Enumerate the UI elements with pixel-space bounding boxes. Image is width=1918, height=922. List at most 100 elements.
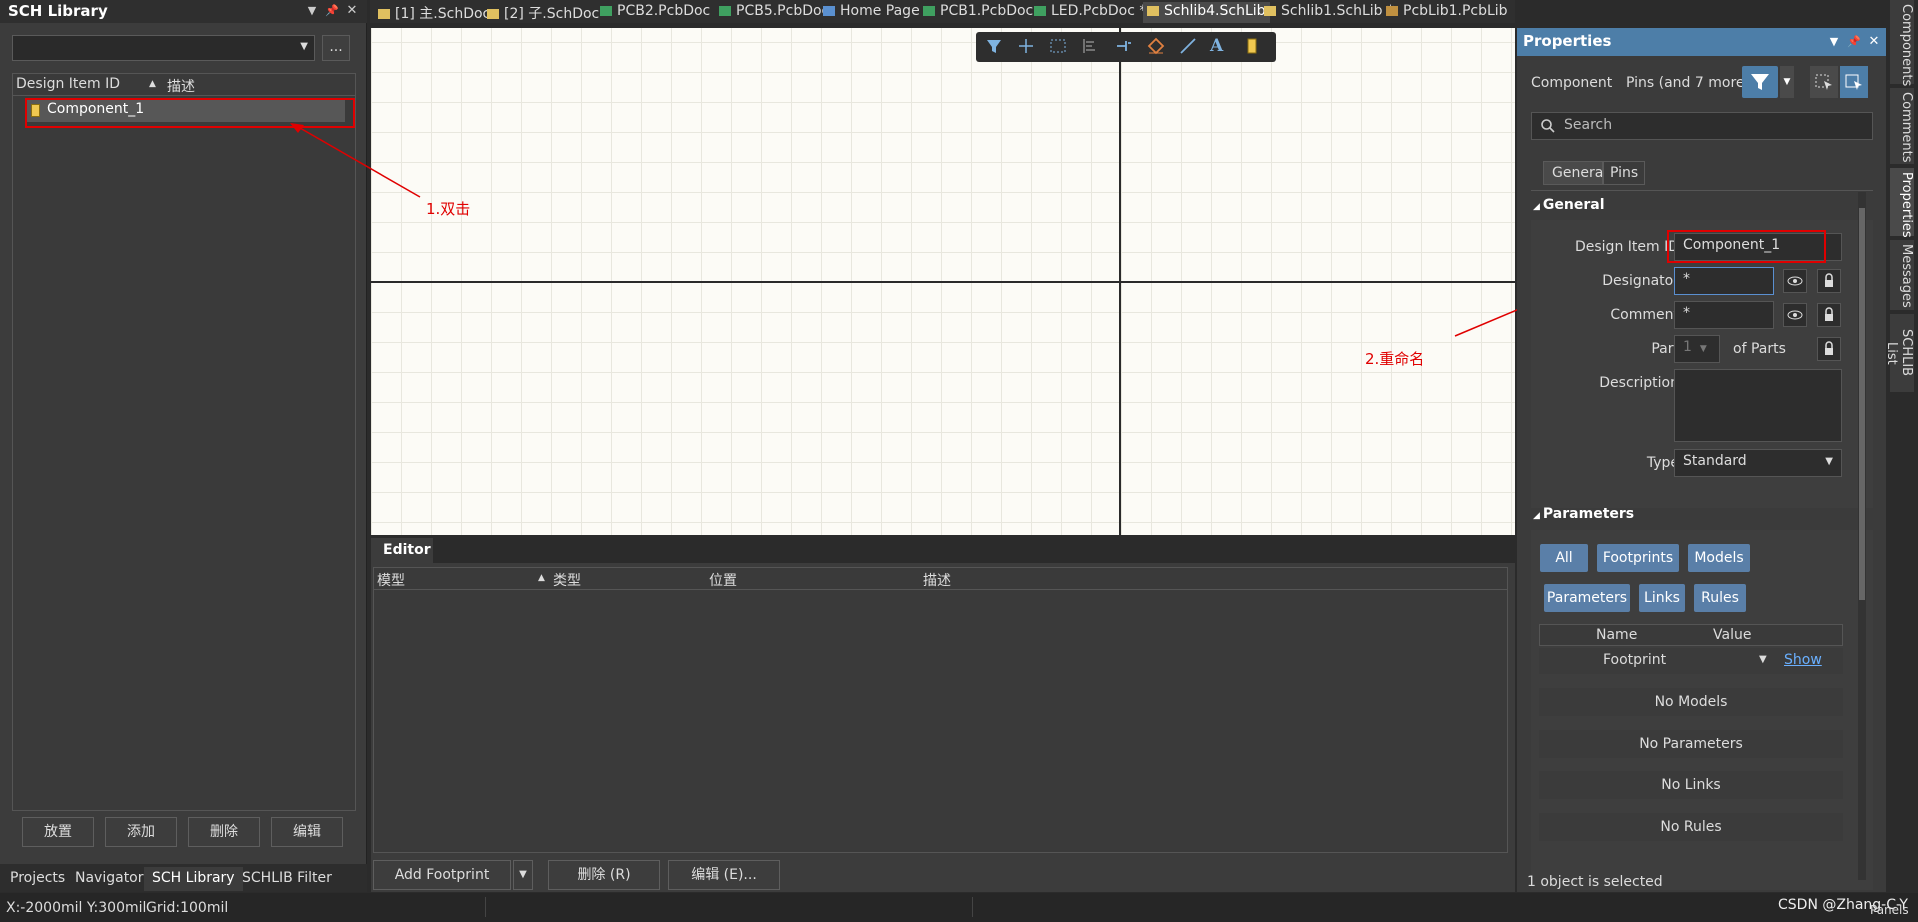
model-grid[interactable]: 模型 ▲ 类型 位置 描述 <box>373 567 1508 853</box>
part-value: 1 <box>1683 339 1692 355</box>
edit-model-button[interactable]: 编辑 (E)... <box>668 860 780 890</box>
eye-icon <box>1787 310 1803 320</box>
col-location[interactable]: 位置 <box>709 570 737 590</box>
search-placeholder: Search <box>1564 117 1613 133</box>
select-mode-button[interactable] <box>1840 66 1868 98</box>
filter-dropdown[interactable]: ▼ <box>1780 66 1794 98</box>
chevron-down-icon: ▼ <box>519 869 527 880</box>
col-type[interactable]: 类型 <box>553 570 581 590</box>
chevron-down-icon[interactable]: ▼ <box>1759 654 1767 665</box>
panels-button[interactable]: Panels <box>1870 903 1909 917</box>
lock-icon <box>1825 273 1833 287</box>
comment-lock-button[interactable] <box>1817 303 1841 327</box>
properties-panel: Properties ▼ 📌 ✕ Component Pins (and 7 m… <box>1517 28 1886 892</box>
filter-component[interactable]: Component <box>1531 75 1612 91</box>
lock-icon <box>1825 307 1833 321</box>
add-footprint-label: Add Footprint <box>394 867 490 883</box>
section-parameters-label: Parameters <box>1542 506 1635 522</box>
tab-schlib-list[interactable]: SCHLIB List <box>1884 314 1914 392</box>
scrollbar-track[interactable] <box>1858 192 1866 880</box>
eye-icon <box>1787 276 1803 286</box>
type-label: Type <box>1646 455 1679 471</box>
select-icon <box>1815 74 1832 90</box>
designator-visibility-button[interactable] <box>1783 269 1807 293</box>
no-models-message: No Models <box>1539 688 1843 716</box>
of-parts-label: of Parts <box>1733 341 1786 357</box>
description-field[interactable] <box>1674 369 1842 442</box>
filter-rules-label: Rules <box>1701 590 1739 606</box>
divider <box>972 897 973 917</box>
section-general-label: General <box>1542 197 1605 213</box>
chevron-down-icon: ▼ <box>1825 456 1833 467</box>
tab-pins[interactable]: Pins <box>1603 161 1645 185</box>
show-link[interactable]: Show <box>1784 652 1822 668</box>
status-bar: X:-2000mil Y:300mil Grid:100mil CSDN @Zh… <box>0 893 1918 922</box>
chevron-down-icon: ▼ <box>1699 344 1707 354</box>
annotation-step1: 1.双击 <box>426 200 471 218</box>
col-name[interactable]: Name <box>1596 627 1637 643</box>
scrollbar-thumb[interactable] <box>1859 208 1865 600</box>
comment-label: Comment <box>1610 307 1679 323</box>
filter-rules-button[interactable]: Rules <box>1694 584 1746 612</box>
description-label: Description <box>1599 375 1679 391</box>
footprint-row-name: Footprint <box>1603 652 1667 668</box>
part-label: Part <box>1651 341 1679 357</box>
sort-up-icon: ▲ <box>538 573 545 583</box>
filter-parameters-button[interactable]: Parameters <box>1544 584 1630 612</box>
no-links-message: No Links <box>1539 771 1843 799</box>
col-description[interactable]: 描述 <box>923 570 951 590</box>
design-item-id-label: Design Item ID <box>1574 239 1679 255</box>
tab-general[interactable]: General <box>1543 161 1607 185</box>
filter-parameters-label: Parameters <box>1546 590 1628 606</box>
section-general-header[interactable]: ◢ General <box>1533 197 1605 213</box>
panel-menu-icon[interactable]: ▼ <box>1826 35 1842 48</box>
edit-model-label: 编辑 (E)... <box>691 867 757 883</box>
delete-model-button[interactable]: 删除 (R) <box>548 860 660 890</box>
section-parameters-header[interactable]: ◢ Parameters <box>1533 506 1634 522</box>
designator-field[interactable]: * <box>1674 267 1774 295</box>
col-model[interactable]: 模型 <box>377 570 405 590</box>
search-input[interactable]: Search <box>1531 112 1873 140</box>
filter-links-label: Links <box>1644 590 1680 606</box>
filter-pins[interactable]: Pins (and 7 more) <box>1626 75 1750 91</box>
designator-lock-button[interactable] <box>1817 269 1841 293</box>
select-object-button[interactable] <box>1810 66 1838 98</box>
filter-button[interactable] <box>1742 66 1778 98</box>
add-footprint-dropdown[interactable]: ▼ <box>513 860 533 890</box>
side-panel-tabs: Components Comments Properties Messages … <box>1884 0 1918 892</box>
tab-components[interactable]: Components <box>1890 0 1914 86</box>
tab-properties[interactable]: Properties <box>1890 168 1914 238</box>
annotation-step2: 2.重命名 <box>1365 350 1425 368</box>
grid-header: 模型 ▲ 类型 位置 描述 <box>374 568 1507 590</box>
close-icon[interactable]: ✕ <box>1866 34 1882 49</box>
table-row[interactable]: Footprint ▼ Show <box>1539 648 1843 674</box>
filter-models-button[interactable]: Models <box>1688 544 1750 572</box>
comment-field[interactable]: * <box>1674 301 1774 329</box>
filter-models-label: Models <box>1694 550 1744 566</box>
add-footprint-button[interactable]: Add Footprint <box>373 860 511 890</box>
part-lock-button[interactable] <box>1817 337 1841 361</box>
col-value[interactable]: Value <box>1713 627 1751 643</box>
panel-title: Properties ▼ 📌 ✕ <box>1517 28 1886 56</box>
delete-model-label: 删除 (R) <box>577 867 631 883</box>
editor-tab[interactable]: Editor <box>371 538 433 563</box>
highlight-box <box>1667 230 1826 263</box>
comment-visibility-button[interactable] <box>1783 303 1807 327</box>
tab-messages[interactable]: Messages <box>1890 240 1914 310</box>
editor-panel: 模型 ▲ 类型 位置 描述 Add Footprint ▼ 删除 (R) 编辑 … <box>371 563 1515 892</box>
collapse-icon: ◢ <box>1533 202 1540 212</box>
filter-links-button[interactable]: Links <box>1639 584 1685 612</box>
cursor-coordinates: X:-2000mil Y:300mil <box>6 900 147 916</box>
part-select[interactable]: 1 ▼ <box>1674 335 1720 363</box>
designator-label: Designator <box>1602 273 1679 289</box>
divider <box>1531 190 1873 191</box>
selection-status: 1 object is selected <box>1527 874 1663 890</box>
tab-comments[interactable]: Comments <box>1890 88 1914 164</box>
collapse-icon: ◢ <box>1533 511 1540 521</box>
type-value: Standard <box>1683 453 1747 469</box>
pin-icon[interactable]: 📌 <box>1846 35 1862 48</box>
type-select[interactable]: Standard ▼ <box>1674 449 1842 477</box>
filter-footprints-button[interactable]: Footprints <box>1597 544 1679 572</box>
cursor-icon <box>1845 74 1862 90</box>
filter-all-button[interactable]: All <box>1540 544 1588 572</box>
